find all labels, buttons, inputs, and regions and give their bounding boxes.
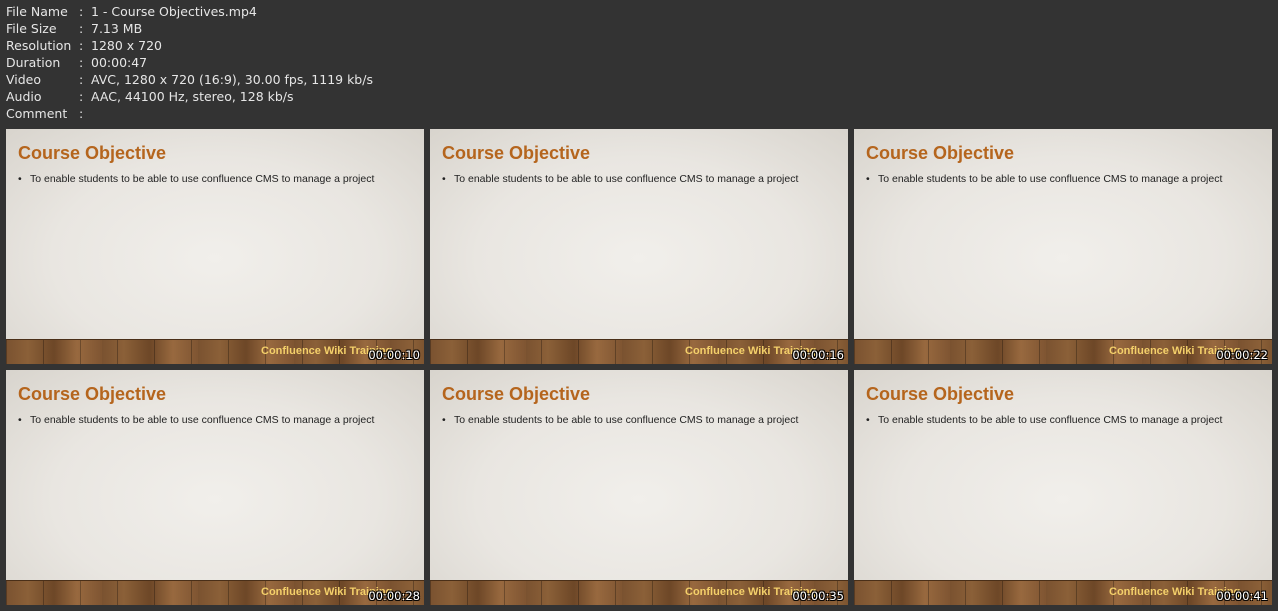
bullet-mark: • xyxy=(866,414,870,426)
info-value-video: AVC, 1280 x 720 (16:9), 30.00 fps, 1119 … xyxy=(91,72,373,87)
info-label: Duration xyxy=(6,55,61,70)
info-separator: : xyxy=(79,21,84,36)
bullet-text: To enable students to be able to use con… xyxy=(454,173,799,185)
slide-bullet: • To enable students to be able to use co… xyxy=(866,173,1222,185)
info-separator: : xyxy=(79,38,84,53)
slide-bullet: • To enable students to be able to use co… xyxy=(18,414,374,426)
timestamp: 00:00:35 xyxy=(792,589,844,603)
bullet-mark: • xyxy=(442,173,446,185)
timestamp: 00:00:28 xyxy=(368,589,420,603)
timestamp: 00:00:22 xyxy=(1216,348,1268,362)
info-label: Comment xyxy=(6,106,68,121)
slide-title: Course Objective xyxy=(442,143,591,163)
info-row-resolution: Resolution : 1280 x 720 xyxy=(6,37,373,54)
video-thumbnail[interactable]: Course Objective • To enable students to … xyxy=(430,370,848,605)
info-value-resolution: 1280 x 720 xyxy=(91,38,163,53)
video-thumbnail[interactable]: Course Objective • To enable students to … xyxy=(854,129,1272,364)
info-separator: : xyxy=(79,89,84,104)
slide-title: Course Objective xyxy=(866,384,1015,404)
info-row-comment: Comment : xyxy=(6,105,373,122)
video-thumbnail[interactable]: Course Objective • To enable students to … xyxy=(6,370,424,605)
info-separator: : xyxy=(79,55,84,70)
bullet-text: To enable students to be able to use con… xyxy=(878,173,1223,185)
info-value-file-name: 1 - Course Objectives.mp4 xyxy=(91,4,257,19)
info-label: Video xyxy=(6,72,42,87)
slide-title: Course Objective xyxy=(442,384,591,404)
info-separator: : xyxy=(79,72,84,87)
info-label: File Name xyxy=(6,4,68,19)
video-thumbnail[interactable]: Course Objective • To enable students to … xyxy=(854,370,1272,605)
video-thumbnail[interactable]: Course Objective • To enable students to … xyxy=(430,129,848,364)
bullet-mark: • xyxy=(18,173,22,185)
info-label: Resolution xyxy=(6,38,72,53)
info-separator: : xyxy=(79,106,84,121)
slide-title: Course Objective xyxy=(18,143,167,163)
info-row-duration: Duration : 00:00:47 xyxy=(6,54,373,71)
slide-title: Course Objective xyxy=(866,143,1015,163)
info-row-video: Video : AVC, 1280 x 720 (16:9), 30.00 fp… xyxy=(6,71,373,88)
slide-bullet: • To enable students to be able to use co… xyxy=(18,173,374,185)
thumbnail-grid: Course Objective • To enable students to … xyxy=(6,129,1272,605)
info-row-file-name: File Name : 1 - Course Objectives.mp4 xyxy=(6,3,373,20)
timestamp: 00:00:10 xyxy=(368,348,420,362)
bullet-text: To enable students to be able to use con… xyxy=(30,173,375,185)
slide-bullet: • To enable students to be able to use co… xyxy=(442,414,798,426)
info-row-file-size: File Size : 7.13 MB xyxy=(6,20,373,37)
info-separator: : xyxy=(79,4,84,19)
bullet-text: To enable students to be able to use con… xyxy=(878,414,1223,426)
bullet-mark: • xyxy=(866,173,870,185)
info-value-duration: 00:00:47 xyxy=(91,55,148,70)
timestamp: 00:00:16 xyxy=(792,348,844,362)
info-value-audio: AAC, 44100 Hz, stereo, 128 kb/s xyxy=(91,89,294,104)
bullet-mark: • xyxy=(442,414,446,426)
info-row-audio: Audio : AAC, 44100 Hz, stereo, 128 kb/s xyxy=(6,88,373,105)
video-thumbnail[interactable]: Course Objective • To enable students to … xyxy=(6,129,424,364)
slide-title: Course Objective xyxy=(18,384,167,404)
info-label: Audio xyxy=(6,89,42,104)
timestamp: 00:00:41 xyxy=(1216,589,1268,603)
file-info-panel: File Name : 1 - Course Objectives.mp4 Fi… xyxy=(6,3,373,122)
info-value-file-size: 7.13 MB xyxy=(91,21,143,36)
bullet-text: To enable students to be able to use con… xyxy=(454,414,799,426)
bullet-text: To enable students to be able to use con… xyxy=(30,414,375,426)
slide-bullet: • To enable students to be able to use co… xyxy=(866,414,1222,426)
slide-bullet: • To enable students to be able to use co… xyxy=(442,173,798,185)
info-label: File Size xyxy=(6,21,57,36)
bullet-mark: • xyxy=(18,414,22,426)
